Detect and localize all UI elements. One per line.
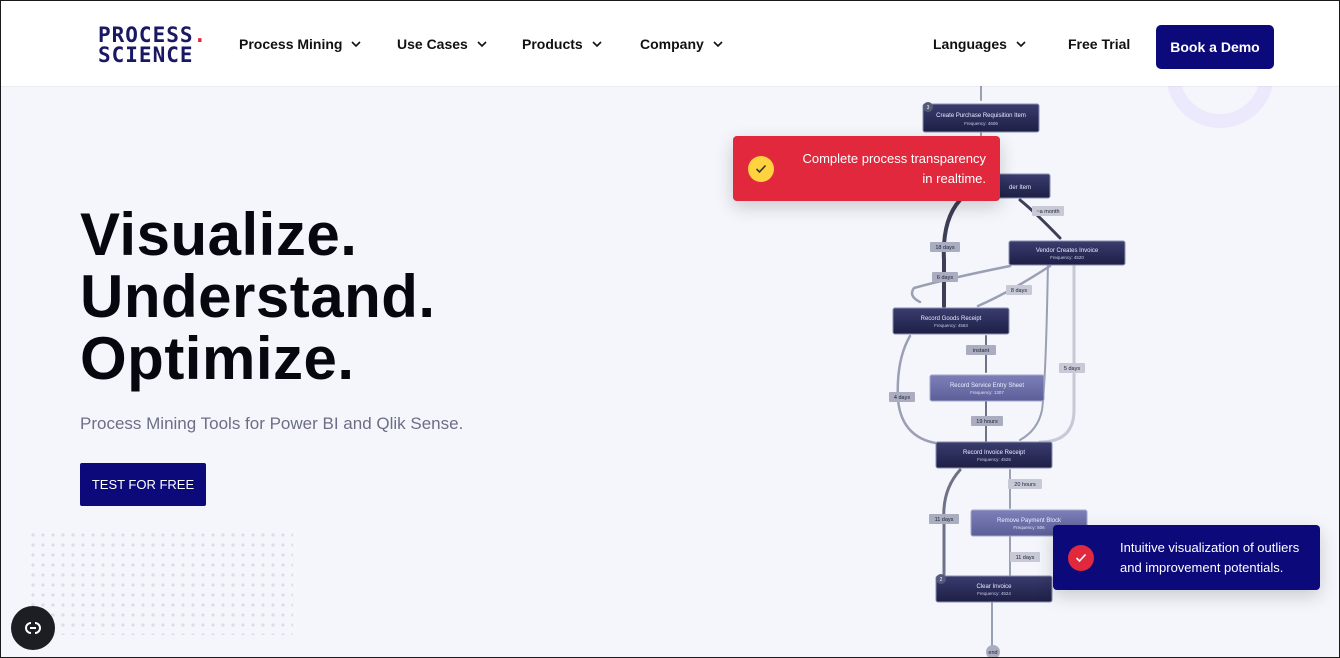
logo-word-science: SCIENCE <box>98 43 194 67</box>
svg-text:Vendor Creates Invoice: Vendor Creates Invoice <box>1036 248 1099 254</box>
chevron-down-icon <box>592 41 602 48</box>
check-icon <box>1068 544 1094 571</box>
free-trial-label: Free Trial <box>1068 36 1131 52</box>
toast-line: in realtime. <box>922 170 986 186</box>
svg-text:Frequency: 1307: Frequency: 1307 <box>970 390 1004 395</box>
toast-line: Intuitive visualization of outliers <box>1120 539 1300 555</box>
nav-products[interactable]: Products <box>522 36 603 52</box>
svg-text:instant: instant <box>973 348 990 354</box>
toast-outliers: Intuitive visualization of outliers and … <box>1053 525 1320 590</box>
svg-text:5 days: 5 days <box>1064 366 1080 372</box>
toast-transparency: Complete process transparency in realtim… <box>733 136 1000 201</box>
logo-line-1: PROCESS. <box>98 23 208 47</box>
svg-text:2: 2 <box>940 577 943 583</box>
cookie-consent-icon <box>25 622 41 634</box>
svg-text:11 days: 11 days <box>935 517 954 523</box>
chevron-down-icon <box>351 41 362 48</box>
free-trial-link[interactable]: Free Trial <box>1068 36 1130 52</box>
svg-text:Clear Invoice: Clear Invoice <box>976 584 1012 590</box>
chevron-down-icon <box>477 41 487 48</box>
svg-text:Frequency: 4524: Frequency: 4524 <box>977 591 1011 596</box>
test-for-free-button[interactable]: TEST FOR FREE <box>80 463 206 506</box>
nav-label: Products <box>522 36 583 52</box>
svg-text:8 days: 8 days <box>1011 288 1027 294</box>
toast-line: and improvement potentials. <box>1120 559 1284 575</box>
toast-line: Complete process transparency <box>802 150 986 166</box>
nav-label: Process Mining <box>239 36 343 52</box>
svg-text:Record Invoice Receipt: Record Invoice Receipt <box>963 450 1025 456</box>
hero-title-line: Visualize. <box>80 201 358 268</box>
hero-title-line: Optimize. <box>80 325 355 392</box>
hero-title: Visualize. Understand. Optimize. <box>80 204 436 390</box>
logo-dot: . <box>193 23 208 47</box>
svg-text:Create Purchase Requisition It: Create Purchase Requisition Item <box>936 113 1026 119</box>
hero-title-line: Understand. <box>80 263 436 330</box>
chevron-down-icon <box>1016 41 1026 48</box>
svg-text:~a month: ~a month <box>1036 209 1059 215</box>
svg-text:Frequency: 4520: Frequency: 4520 <box>1050 255 1084 260</box>
svg-text:Frequency: 4606: Frequency: 4606 <box>964 121 998 126</box>
svg-text:20 hours: 20 hours <box>1014 482 1036 488</box>
svg-text:Frequency: 4526: Frequency: 4526 <box>977 457 1011 462</box>
svg-text:der Item: der Item <box>1009 185 1031 191</box>
check-icon <box>748 155 774 182</box>
book-demo-button[interactable]: Book a Demo <box>1156 25 1274 69</box>
nav-process-mining[interactable]: Process Mining <box>239 36 362 52</box>
svg-text:Remove Payment Block: Remove Payment Block <box>997 518 1062 524</box>
svg-text:Frequency: 4563: Frequency: 4563 <box>934 323 968 328</box>
chevron-down-icon <box>713 41 723 48</box>
svg-text:Record Goods Receipt: Record Goods Receipt <box>921 316 982 322</box>
decorative-dot-grid <box>28 530 293 635</box>
svg-text:Frequency: 506: Frequency: 506 <box>1013 525 1045 530</box>
svg-text:19 hours: 19 hours <box>976 419 998 425</box>
svg-text:18 days: 18 days <box>935 245 955 251</box>
site-header: PROCESS. SCIENCE Process Mining Use Case… <box>0 0 1340 86</box>
svg-text:4 days: 4 days <box>894 395 910 401</box>
svg-text:11 days: 11 days <box>1016 555 1035 561</box>
svg-text:3: 3 <box>927 105 930 111</box>
nav-use-cases[interactable]: Use Cases <box>397 36 488 52</box>
svg-text:Record Service Entry Sheet: Record Service Entry Sheet <box>950 383 1024 389</box>
svg-text:6 days: 6 days <box>937 275 953 281</box>
nav-label: Company <box>640 36 704 52</box>
nav-company[interactable]: Company <box>640 36 724 52</box>
process-science-logo[interactable]: PROCESS. SCIENCE <box>98 25 206 69</box>
svg-text:end: end <box>988 650 997 656</box>
nav-languages[interactable]: Languages <box>933 36 1027 52</box>
hero-subtitle: Process Mining Tools for Power BI and Ql… <box>80 414 464 433</box>
toast-text: Complete process transparency in realtim… <box>802 149 986 189</box>
toast-text: Intuitive visualization of outliers and … <box>1120 538 1299 578</box>
nav-label: Use Cases <box>397 36 468 52</box>
cookie-settings-button[interactable] <box>11 606 55 650</box>
nav-label: Languages <box>933 36 1007 52</box>
